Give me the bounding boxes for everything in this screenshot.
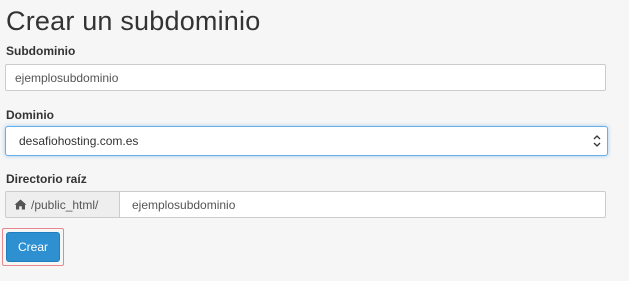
document-root-label: Directorio raíz [6,172,87,186]
document-root-prefix-text: /public_html/ [31,197,99,212]
create-button-highlight: Crear [2,228,64,266]
domain-select-value: desafiohosting.com.es [19,134,139,148]
document-root-input[interactable] [119,191,606,218]
document-root-group: /public_html/ [5,191,606,218]
document-root-prefix: /public_html/ [5,191,119,218]
create-subdomain-form: Crear un subdominio Subdominio Dominio d… [0,0,629,281]
page-title: Crear un subdominio [6,6,261,36]
create-button[interactable]: Crear [6,232,60,262]
subdomain-label: Subdominio [6,44,76,58]
chevron-down-icon [589,127,605,155]
domain-label: Dominio [6,108,54,122]
home-icon [14,199,27,210]
subdomain-input[interactable] [5,64,606,91]
domain-select[interactable]: desafiohosting.com.es [5,126,608,156]
